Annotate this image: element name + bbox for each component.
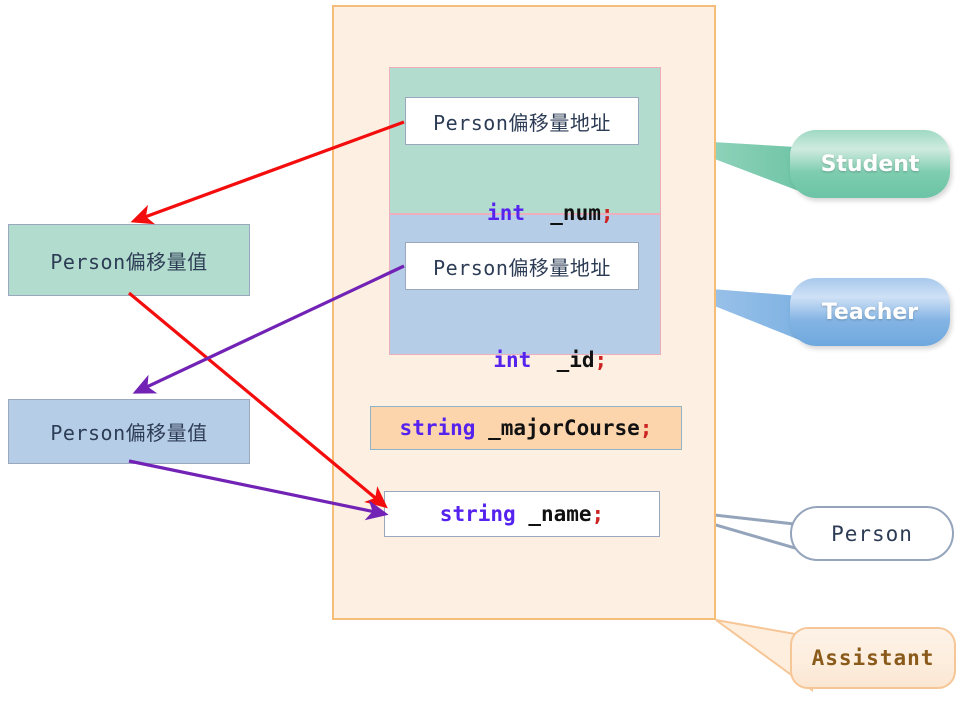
arrow-green-value-to-name-field <box>127 291 388 509</box>
arrow-blue-value-to-name-field <box>128 459 389 521</box>
diagram-canvas: Person偏移量地址 int _num; Person偏移量地址 int _i… <box>0 0 970 705</box>
pointer-arrows <box>127 120 405 521</box>
arrow-teacher-addr-to-blue-value <box>132 264 405 394</box>
arrow-student-addr-to-green-value <box>130 120 405 225</box>
